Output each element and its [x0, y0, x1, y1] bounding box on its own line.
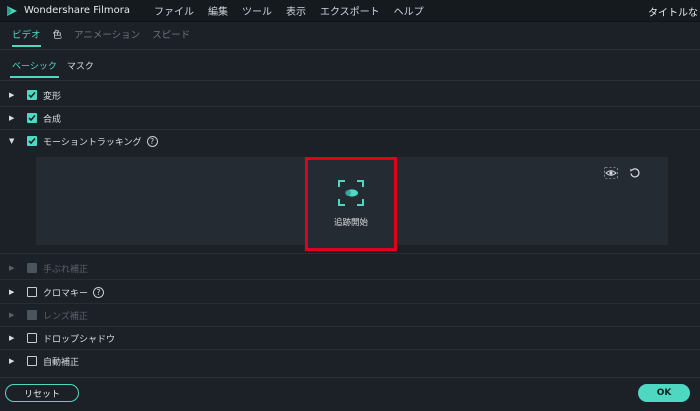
tab-animation: アニメーション [74, 30, 141, 41]
subtabs-divider [0, 80, 700, 81]
menu-edit[interactable]: 編集 [208, 3, 228, 18]
tabs-divider [0, 49, 700, 50]
section-composite[interactable]: ▶ 合成 [0, 107, 700, 129]
section-auto-enhance[interactable]: ▶ 自動補正 [0, 350, 700, 372]
eye-icon[interactable] [604, 166, 618, 180]
expand-arrow-icon[interactable]: ▶ [9, 288, 19, 296]
auto-enhance-checkbox[interactable] [27, 356, 37, 366]
section-drop-shadow[interactable]: ▶ ドロップシャドウ [0, 327, 700, 349]
start-tracking-label: 追跡開始 [333, 218, 368, 228]
app-name: Wondershare Filmora [24, 5, 130, 16]
auto-enhance-label: 自動補正 [43, 357, 80, 368]
property-tabs: ビデオ 色 アニメーション スピード [0, 26, 202, 47]
chroma-key-checkbox[interactable] [27, 287, 37, 297]
ok-button[interactable]: OK [638, 384, 690, 402]
tab-color[interactable]: 色 [53, 27, 63, 45]
sub-tabs: ベーシック マスク [0, 58, 104, 78]
collapse-arrow-icon[interactable]: ▼ [9, 137, 19, 145]
title-bar: Wondershare Filmora ファイル 編集 ツール 表示 エクスポー… [0, 0, 700, 22]
tab-speed: スピード [152, 30, 191, 41]
transform-checkbox[interactable] [27, 90, 37, 100]
menu-export[interactable]: エクスポート [320, 3, 380, 18]
chroma-key-label: クロマキー [43, 288, 89, 299]
row-divider [0, 253, 700, 254]
section-motion-tracking[interactable]: ▼ モーショントラッキング ? [0, 130, 700, 152]
lens-correction-label: レンズ補正 [43, 311, 88, 322]
motion-tracking-checkbox[interactable] [27, 136, 37, 146]
tab-video[interactable]: ビデオ [12, 27, 41, 47]
drop-shadow-checkbox[interactable] [27, 333, 37, 343]
check-icon [28, 92, 36, 99]
section-lens-correction: ▶ レンズ補正 [0, 304, 700, 326]
help-icon[interactable]: ? [146, 135, 158, 147]
footer-divider [0, 377, 700, 378]
tracking-target-icon [338, 180, 364, 206]
project-title: タイトルな [648, 8, 698, 19]
expand-arrow-icon: ▶ [9, 264, 15, 272]
subtab-basic[interactable]: ベーシック [10, 59, 59, 78]
composite-label: 合成 [43, 114, 62, 125]
menu-help[interactable]: ヘルプ [394, 3, 424, 18]
lens-correction-checkbox [27, 310, 37, 320]
menu-bar: ファイル 編集 ツール 表示 エクスポート ヘルプ [154, 3, 438, 18]
section-stabilization: ▶ 手ぶれ補正 [0, 257, 700, 279]
expand-arrow-icon[interactable]: ▶ [9, 91, 19, 99]
stabilization-label: 手ぶれ補正 [43, 264, 89, 275]
menu-tools[interactable]: ツール [242, 3, 272, 18]
drop-shadow-label: ドロップシャドウ [43, 334, 116, 345]
help-icon[interactable]: ? [93, 286, 105, 298]
motion-tracking-label: モーショントラッキング [43, 137, 142, 148]
start-tracking-button[interactable]: 追跡開始 [305, 157, 397, 251]
section-chroma-key[interactable]: ▶ クロマキー ? [0, 281, 700, 303]
composite-checkbox[interactable] [27, 113, 37, 123]
expand-arrow-icon[interactable]: ▶ [9, 114, 19, 122]
reset-button[interactable]: リセット [5, 384, 79, 402]
check-icon [28, 115, 36, 122]
subtab-mask[interactable]: マスク [67, 59, 94, 75]
transform-label: 変形 [43, 91, 62, 102]
expand-arrow-icon: ▶ [9, 311, 15, 319]
filmora-logo-icon [4, 3, 20, 19]
row-divider [0, 279, 700, 280]
stabilization-checkbox [27, 263, 37, 273]
menu-file[interactable]: ファイル [154, 3, 194, 18]
check-icon [28, 138, 36, 145]
section-transform[interactable]: ▶ 変形 [0, 84, 700, 106]
expand-arrow-icon[interactable]: ▶ [9, 357, 19, 365]
expand-arrow-icon[interactable]: ▶ [9, 334, 19, 342]
reset-tracking-icon[interactable] [628, 166, 642, 180]
menu-view[interactable]: 表示 [286, 3, 306, 18]
